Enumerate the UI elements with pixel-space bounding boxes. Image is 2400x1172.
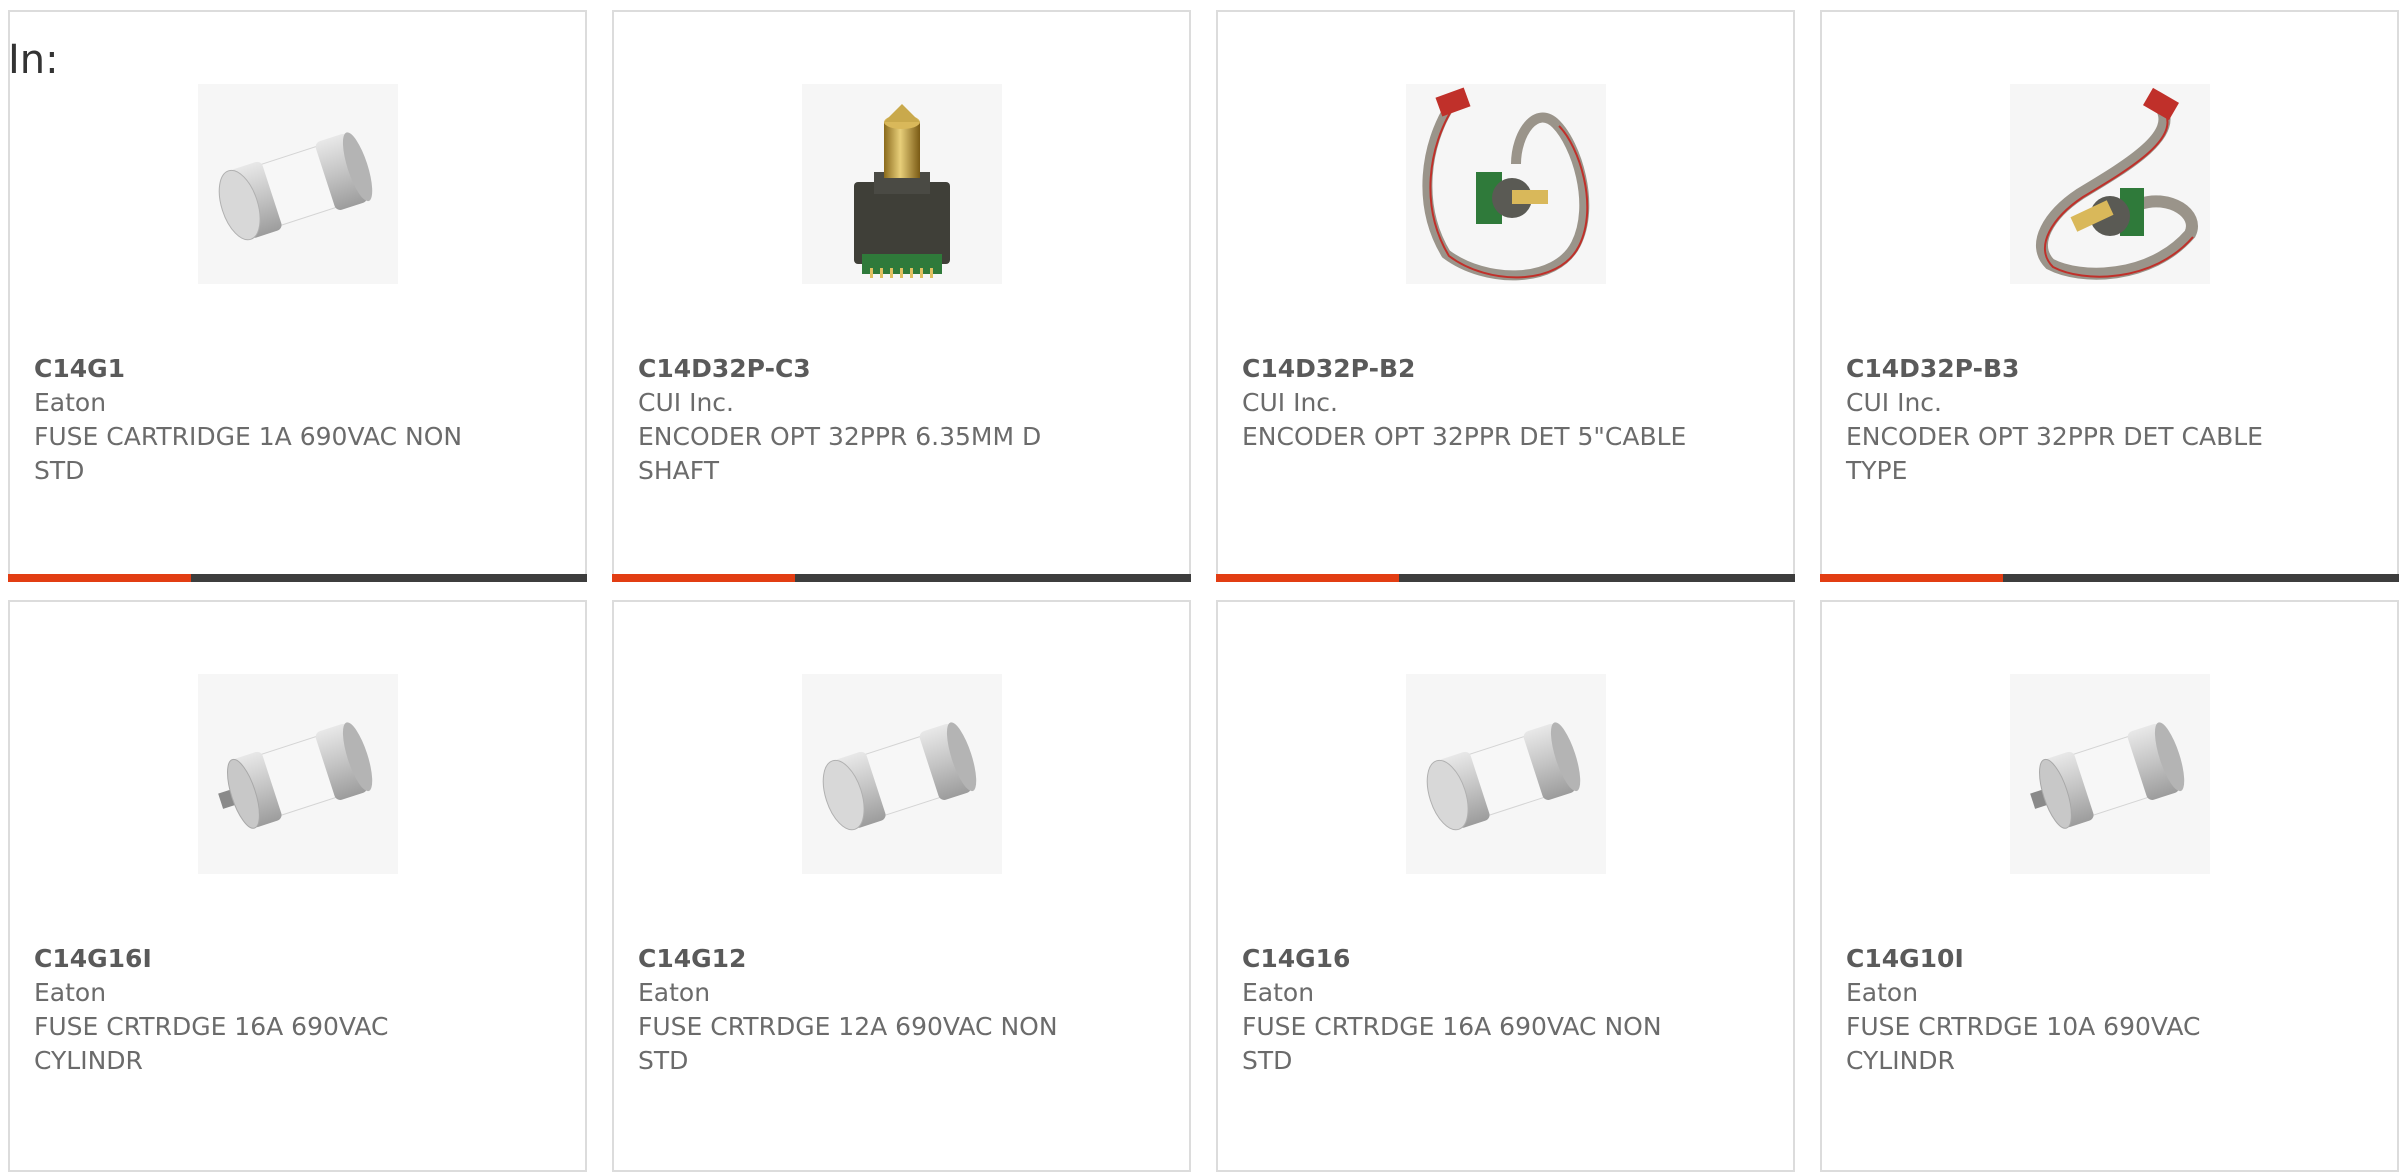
manufacturer: Eaton [1846, 978, 1919, 1007]
part-number[interactable]: C14G12 [638, 942, 1165, 976]
product-description: ENCODER OPT 32PPR 6.35MM D SHAFT [638, 422, 1042, 485]
product-card[interactable]: C14D32P-B2 CUI Inc. ENCODER OPT 32PPR DE… [1216, 10, 1795, 582]
encoder-cable-icon [1405, 84, 1606, 284]
fuse-cartridge-pin-icon [197, 674, 398, 874]
part-number[interactable]: C14D32P-B3 [1846, 352, 2373, 386]
manufacturer: Eaton [34, 388, 107, 417]
card-accent-bar [8, 574, 587, 582]
fuse-cartridge-icon [801, 674, 1002, 874]
manufacturer: Eaton [34, 978, 107, 1007]
card-accent-bar [612, 574, 1191, 582]
product-description: FUSE CRTRDGE 16A 690VAC CYLINDR [34, 1012, 389, 1075]
encoder-cable-icon [2009, 84, 2210, 284]
fuse-cartridge-icon [197, 84, 398, 284]
product-description: ENCODER OPT 32PPR DET 5"CABLE [1242, 422, 1687, 451]
encoder-shaft-icon [801, 84, 1002, 284]
manufacturer: Eaton [1242, 978, 1315, 1007]
product-description: FUSE CRTRDGE 16A 690VAC NON STD [1242, 1012, 1662, 1075]
part-number[interactable]: C14G16 [1242, 942, 1769, 976]
part-number[interactable]: C14G16I [34, 942, 561, 976]
card-accent-bar [1216, 574, 1795, 582]
part-number[interactable]: C14D32P-C3 [638, 352, 1165, 386]
product-description: FUSE CRTRDGE 12A 690VAC NON STD [638, 1012, 1058, 1075]
fuse-cartridge-icon [1405, 674, 1606, 874]
manufacturer: CUI Inc. [1242, 388, 1338, 417]
part-number[interactable]: C14D32P-B2 [1242, 352, 1769, 386]
product-card[interactable]: C14D32P-C3 CUI Inc. ENCODER OPT 32PPR 6.… [612, 10, 1191, 582]
part-number[interactable]: C14G10I [1846, 942, 2373, 976]
product-card[interactable]: C14G10I Eaton FUSE CRTRDGE 10A 690VAC CY… [1820, 600, 2399, 1172]
product-card[interactable]: C14G1 Eaton FUSE CARTRIDGE 1A 690VAC NON… [8, 10, 587, 582]
product-grid: C14G1 Eaton FUSE CARTRIDGE 1A 690VAC NON… [8, 10, 2399, 1172]
product-card[interactable]: C14D32P-B3 CUI Inc. ENCODER OPT 32PPR DE… [1820, 10, 2399, 582]
product-description: ENCODER OPT 32PPR DET CABLE TYPE [1846, 422, 2263, 485]
product-card[interactable]: C14G12 Eaton FUSE CRTRDGE 12A 690VAC NON… [612, 600, 1191, 1172]
card-accent-bar [1820, 574, 2399, 582]
part-number[interactable]: C14G1 [34, 352, 561, 386]
manufacturer: Eaton [638, 978, 711, 1007]
fuse-cartridge-pin-icon [2009, 674, 2210, 874]
manufacturer: CUI Inc. [1846, 388, 1942, 417]
product-description: FUSE CARTRIDGE 1A 690VAC NON STD [34, 422, 463, 485]
product-description: FUSE CRTRDGE 10A 690VAC CYLINDR [1846, 1012, 2201, 1075]
in-label: In: [8, 37, 59, 83]
manufacturer: CUI Inc. [638, 388, 734, 417]
product-card[interactable]: C14G16 Eaton FUSE CRTRDGE 16A 690VAC NON… [1216, 600, 1795, 1172]
product-card[interactable]: C14G16I Eaton FUSE CRTRDGE 16A 690VAC CY… [8, 600, 587, 1172]
